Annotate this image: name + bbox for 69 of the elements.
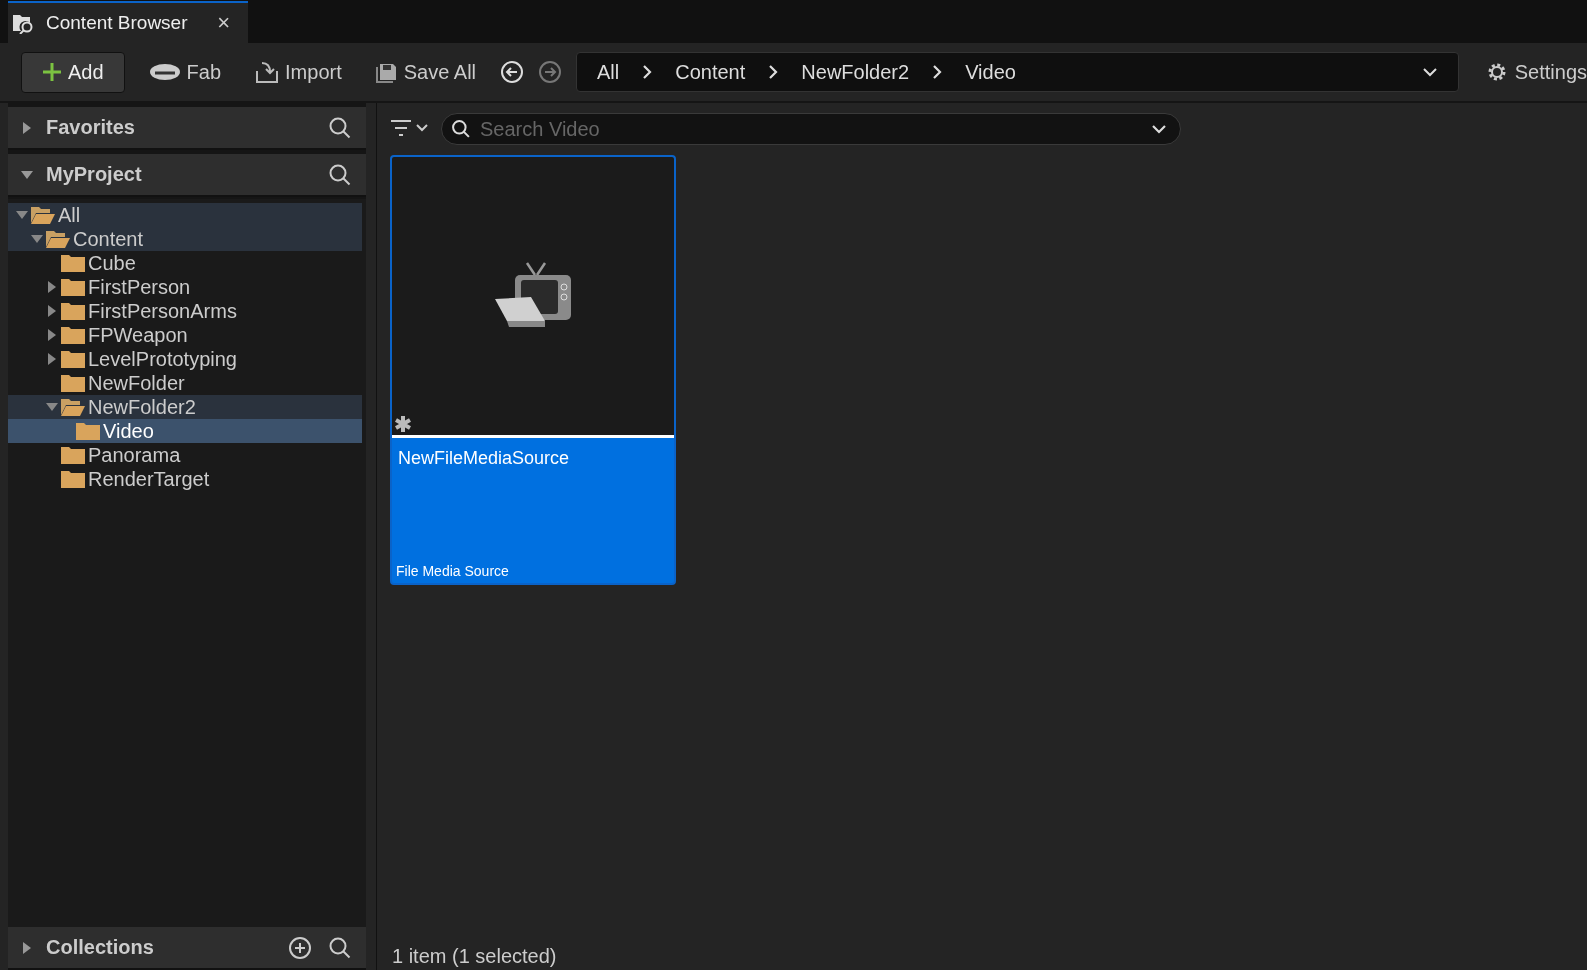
save-icon: [375, 61, 398, 83]
asset-tile[interactable]: NewFileMediaSource File Media Source: [390, 155, 676, 585]
chevron-right-icon: [931, 64, 944, 80]
folder-icon: [60, 253, 86, 273]
plus-icon: [42, 62, 62, 82]
folder-icon: [60, 445, 86, 465]
oval-logo-icon: [148, 63, 181, 81]
tree-item[interactable]: All: [8, 203, 362, 227]
tree-item[interactable]: NewFolder2: [8, 395, 362, 419]
forward-icon[interactable]: [538, 60, 562, 84]
tree-item[interactable]: Cube: [8, 251, 362, 275]
save-all-button[interactable]: Save All: [361, 54, 490, 90]
tree-item[interactable]: FirstPerson: [8, 275, 362, 299]
breadcrumb-item[interactable]: NewFolder2: [801, 60, 910, 84]
expand-arrow-icon[interactable]: [47, 352, 57, 366]
folder-icon: [60, 277, 86, 297]
asset-type: File Media Source: [396, 563, 510, 579]
chevron-right-icon: [641, 64, 654, 80]
tree-item[interactable]: RenderTarget: [8, 467, 362, 491]
folder-icon: [60, 373, 86, 393]
tree-item[interactable]: NewFolder: [8, 371, 362, 395]
search-icon[interactable]: [328, 935, 352, 960]
tree-item[interactable]: FirstPersonArms: [8, 299, 362, 323]
search-field[interactable]: Search Video: [441, 113, 1181, 145]
expand-arrow-icon[interactable]: [30, 234, 44, 244]
folder-icon: [75, 421, 101, 441]
asterisk-icon: [394, 415, 412, 433]
search-icon[interactable]: [328, 162, 352, 187]
open-folder-icon: [60, 397, 86, 417]
tab-title: Content Browser: [46, 12, 188, 34]
tree-item[interactable]: FPWeapon: [8, 323, 362, 347]
chevron-right-icon: [767, 64, 780, 80]
status-text: 1 item (1 selected): [391, 945, 558, 969]
fab-button[interactable]: Fab: [134, 54, 236, 90]
settings-button[interactable]: Settings: [1470, 54, 1587, 90]
expand-arrow-icon[interactable]: [47, 328, 57, 342]
search-icon: [451, 119, 471, 139]
search-icon[interactable]: [328, 115, 352, 140]
folder-icon: [60, 349, 86, 369]
import-icon: [255, 60, 280, 84]
chevron-down-icon[interactable]: [1151, 124, 1167, 134]
breadcrumb-item[interactable]: Video: [965, 60, 1016, 84]
section-header[interactable]: Collections: [8, 927, 366, 970]
import-button[interactable]: Import: [241, 54, 356, 90]
open-folder-icon: [45, 229, 71, 249]
breadcrumb-item[interactable]: Content: [675, 60, 746, 84]
breadcrumb-item[interactable]: All: [597, 60, 620, 84]
add-button[interactable]: Add: [21, 51, 125, 93]
expand-arrow-icon[interactable]: [45, 402, 59, 412]
tree-item[interactable]: Content: [8, 227, 362, 251]
add-circle-icon[interactable]: [288, 935, 312, 960]
tree-item[interactable]: LevelPrototyping: [8, 347, 362, 371]
expand-arrow-icon[interactable]: [47, 280, 57, 294]
close-button[interactable]: ×: [217, 10, 230, 36]
tree-item[interactable]: Panorama: [8, 443, 362, 467]
folder-icon: [60, 325, 86, 345]
asset-name: NewFileMediaSource: [398, 448, 571, 469]
filter-icon: [389, 117, 429, 138]
open-folder-icon: [30, 205, 56, 225]
back-icon[interactable]: [500, 60, 524, 84]
folder-icon: [60, 469, 86, 489]
chevron-down-icon[interactable]: [1421, 67, 1438, 77]
tree-item[interactable]: Video: [8, 419, 362, 443]
expand-arrow-icon[interactable]: [47, 304, 57, 318]
section-header[interactable]: MyProject: [8, 154, 366, 197]
folder-icon: [60, 301, 86, 321]
content-browser-tab[interactable]: Content Browser ×: [8, 1, 248, 43]
expand-arrow-icon[interactable]: [15, 210, 29, 220]
section-header[interactable]: Favorites: [8, 107, 366, 150]
